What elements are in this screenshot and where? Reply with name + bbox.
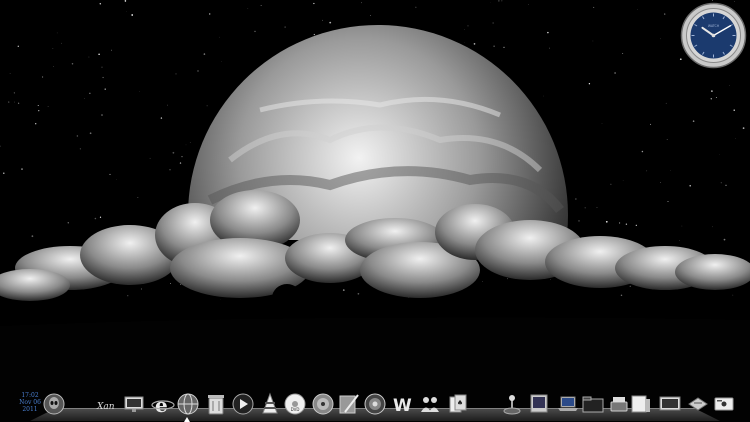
desktop[interactable]: WATCH 17:02 Nov 06 2011 Xan e DVD W ♠ bbox=[0, 0, 750, 422]
dock: Xan e DVD W ♠ bbox=[0, 388, 750, 422]
xanadu-logo-icon[interactable]: Xan bbox=[95, 392, 119, 416]
monitor-2-icon[interactable] bbox=[629, 392, 653, 416]
phone-icon[interactable] bbox=[607, 392, 631, 416]
laptop-icon[interactable] bbox=[556, 392, 580, 416]
alien-icon[interactable] bbox=[42, 392, 66, 416]
svg-text:♠: ♠ bbox=[457, 399, 463, 407]
tray-icon[interactable] bbox=[658, 392, 682, 416]
svg-text:Xan: Xan bbox=[96, 402, 115, 412]
svg-text:DVD: DVD bbox=[291, 407, 300, 412]
globe-icon[interactable] bbox=[176, 392, 200, 416]
monitor-icon[interactable] bbox=[122, 392, 146, 416]
system-icon[interactable] bbox=[712, 392, 736, 416]
display-icon[interactable] bbox=[527, 392, 551, 416]
target-icon[interactable] bbox=[363, 392, 387, 416]
svg-text:W: W bbox=[393, 396, 412, 416]
disc-icon[interactable] bbox=[311, 392, 335, 416]
internet-explorer-icon[interactable]: e bbox=[151, 392, 175, 416]
people-icon[interactable] bbox=[418, 392, 442, 416]
active-app-indicator bbox=[184, 417, 190, 422]
clock-gadget[interactable]: WATCH bbox=[680, 2, 747, 69]
media-player-icon[interactable] bbox=[231, 392, 255, 416]
paint-icon[interactable] bbox=[337, 392, 361, 416]
vlc-icon[interactable] bbox=[258, 392, 282, 416]
wallpaper bbox=[0, 0, 750, 422]
clock-icon: WATCH bbox=[680, 2, 747, 69]
clock-brand: WATCH bbox=[708, 24, 720, 28]
folder-icon[interactable] bbox=[581, 392, 605, 416]
cards-icon[interactable]: ♠ bbox=[446, 392, 470, 416]
notepad-icon[interactable] bbox=[686, 392, 710, 416]
joystick-icon[interactable] bbox=[500, 392, 524, 416]
svg-text:e: e bbox=[155, 393, 168, 416]
dvd-icon[interactable]: DVD bbox=[283, 392, 307, 416]
word-icon[interactable]: W bbox=[392, 392, 416, 416]
trash-icon[interactable] bbox=[204, 392, 228, 416]
